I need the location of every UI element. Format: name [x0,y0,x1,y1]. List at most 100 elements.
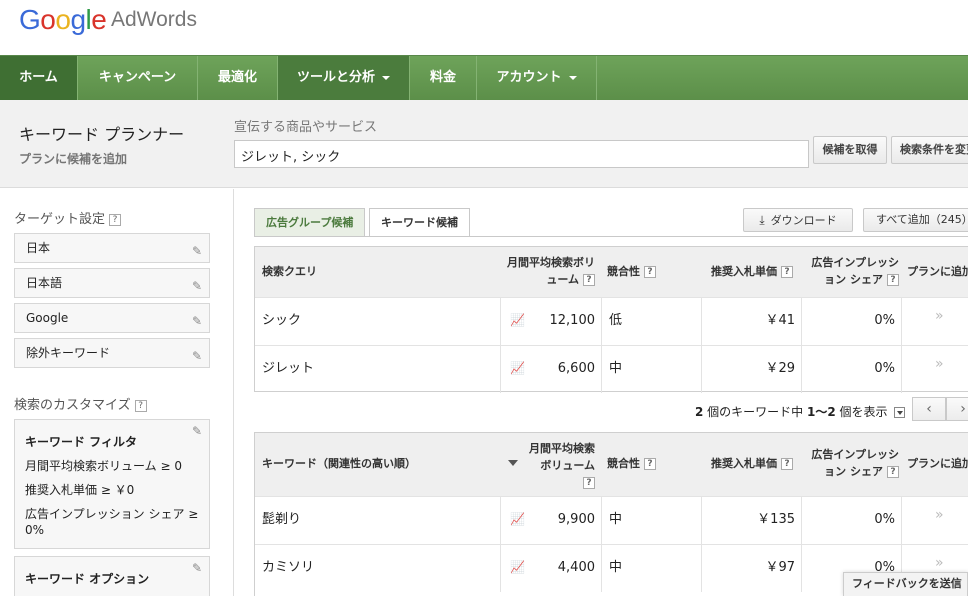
help-icon[interactable]: ? [887,466,899,478]
help-icon[interactable]: ? [109,213,122,226]
send-feedback-button[interactable]: フィードバックを送信 [843,572,968,596]
add-to-plan-icon[interactable]: » [935,555,944,571]
competition-value: 中 [609,361,623,376]
share-value: 0% [874,361,895,376]
table-header-row: 検索クエリ 月間平均検索ボリューム? 競合性? 推奨入札単価? 広告インプレッシ… [255,247,968,297]
column-divider [500,298,501,345]
column-divider [701,545,702,592]
get-ideas-button[interactable]: 候補を取得 [813,136,887,164]
keyword-filter-box[interactable]: キーワード フィルタ ✎ 月間平均検索ボリューム ≥ 0 推奨入札単価 ≥ ￥0… [14,419,210,549]
col-volume[interactable]: 月間平均検索ボリューム? [525,440,595,503]
download-label: ダウンロード [770,214,837,227]
pencil-icon[interactable]: ✎ [192,342,202,370]
col-competition-label: 競合性 [607,457,640,470]
col-bid-label: 推奨入札単価 [711,265,777,278]
help-icon[interactable]: ? [583,274,595,286]
help-icon[interactable]: ? [781,266,793,278]
col-bid[interactable]: 推奨入札単価? [711,433,793,496]
competition-value: 中 [609,512,623,527]
column-divider [801,545,802,592]
prev-page-button[interactable]: ‹ [912,397,946,421]
targeting-heading-label: ターゲット設定 [14,212,106,227]
add-all-button[interactable]: すべて追加（245） [863,208,968,232]
keyword-filter-title: キーワード フィルタ [25,435,137,449]
column-divider [500,497,501,544]
col-competition[interactable]: 競合性? [607,433,656,496]
nav-tools-label: ツールと分析 [296,70,375,85]
target-language[interactable]: 日本語 ✎ [14,268,210,298]
help-icon[interactable]: ? [644,266,656,278]
keyword-options-title: キーワード オプション [25,572,150,586]
chevron-down-icon [568,75,577,80]
target-negative-keywords[interactable]: 除外キーワード ✎ [14,338,210,368]
help-icon[interactable]: ? [583,477,595,489]
column-divider [601,497,602,544]
volume-value: 6,600 [557,361,595,376]
pagination-status: 2 個のキーワード中 1〜2 個を表示 [695,403,905,420]
add-to-plan-icon[interactable]: » [935,507,944,523]
column-divider [901,346,902,393]
target-network-label: Google [26,311,69,325]
nav-tools[interactable]: ツールと分析 [278,56,410,100]
help-icon[interactable]: ? [781,458,793,470]
pencil-icon[interactable]: ✎ [192,307,202,335]
pencil-icon[interactable]: ✎ [192,237,202,265]
trend-chart-icon[interactable]: 📈 [510,361,525,375]
help-icon[interactable]: ? [887,274,899,286]
trend-chart-icon[interactable]: 📈 [510,313,525,327]
nav-account[interactable]: アカウント [477,56,597,100]
col-competition[interactable]: 競合性? [607,247,656,297]
search-terms-table: 検索クエリ 月間平均検索ボリューム? 競合性? 推奨入札単価? 広告インプレッシ… [254,246,968,393]
rows-dropdown-icon[interactable] [893,407,905,418]
trend-chart-icon[interactable]: 📈 [510,512,525,526]
product-name: AdWords [111,8,197,31]
target-location[interactable]: 日本 ✎ [14,233,210,263]
col-volume-label: 月間平均検索ボリューム [529,442,595,472]
page-title: キーワード プランナー [19,125,185,144]
share-value: 0% [874,512,895,527]
pagination-range: 1〜2 [807,405,836,419]
download-button[interactable]: ⤓ ダウンロード [743,208,853,232]
help-icon[interactable]: ? [644,458,656,470]
filter-share: 広告インプレッション シェア ≥ 0% [25,507,199,537]
column-divider [500,346,501,393]
add-to-plan-icon[interactable]: » [935,356,944,372]
add-to-plan-icon[interactable]: » [935,308,944,324]
tab-keyword-ideas[interactable]: キーワード候補 [369,208,470,237]
filter-volume: 月間平均検索ボリューム ≥ 0 [25,459,182,473]
nav-campaigns[interactable]: キャンペーン [78,56,198,100]
pencil-icon[interactable]: ✎ [192,424,202,438]
col-keyword[interactable]: キーワード（関連性の高い順） [262,433,416,496]
col-keyword[interactable]: 検索クエリ [262,247,317,297]
tab-divider [254,236,968,237]
nav-optimize[interactable]: 最適化 [198,56,278,100]
column-divider [901,298,902,345]
sort-desc-icon[interactable] [508,460,518,466]
google-logo[interactable]: Google [19,4,107,36]
nav-billing[interactable]: 料金 [410,56,477,100]
pencil-icon[interactable]: ✎ [192,272,202,300]
help-icon[interactable]: ? [134,399,147,412]
table-row: 髭剃り 📈 9,900 中 ￥135 0% » [255,496,968,544]
pagination-text: 個のキーワード中 [703,405,807,419]
volume-value: 4,400 [557,560,595,575]
bid-value: ￥135 [757,512,795,527]
target-negative-keywords-label: 除外キーワード [26,346,111,360]
col-volume-label: 月間平均検索ボリューム [507,256,595,286]
col-bid[interactable]: 推奨入札単価? [711,247,793,297]
tab-ad-group-ideas[interactable]: 広告グループ候補 [254,208,366,236]
keyword-options-box[interactable]: キーワード オプション ✎ [14,556,210,596]
product-input[interactable]: ジレット, シック [234,140,809,168]
next-page-button[interactable]: › [946,397,968,421]
column-divider [801,346,802,393]
modify-search-button[interactable]: 検索条件を変更 [891,136,968,164]
nav-home[interactable]: ホーム [0,56,78,100]
pencil-icon[interactable]: ✎ [192,561,202,575]
trend-chart-icon[interactable]: 📈 [510,560,525,574]
col-share-label: 広告インプレッション シェア [811,256,899,286]
bid-value: ￥41 [765,313,795,328]
target-network[interactable]: Google ✎ [14,303,210,333]
add-to-plan-link[interactable]: プランに候補を追加 [19,150,127,167]
volume-value: 12,100 [549,313,596,328]
bid-value: ￥97 [765,560,795,575]
